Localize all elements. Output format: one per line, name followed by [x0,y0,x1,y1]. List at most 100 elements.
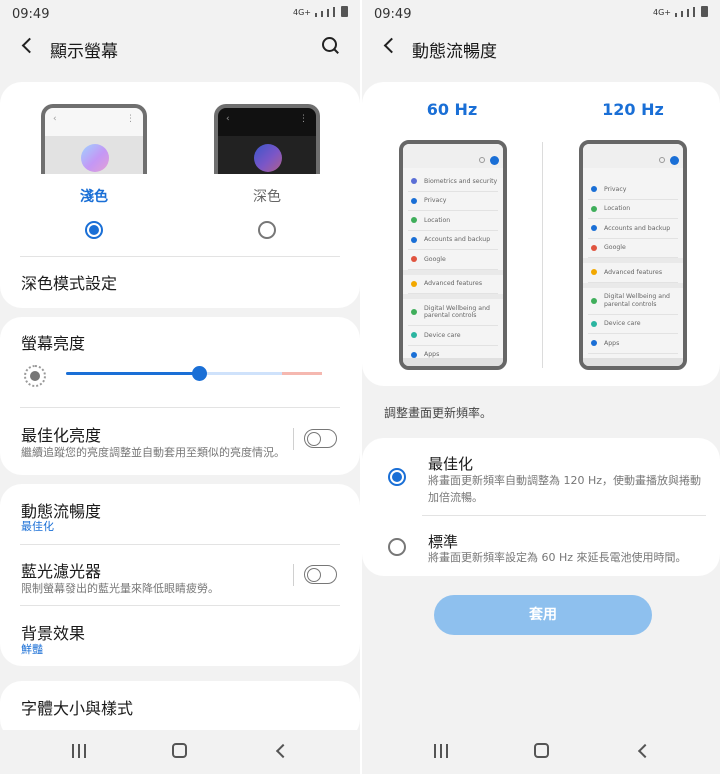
mini-back-icon: ‹ [226,114,230,124]
mini-menu-icon: ⋮ [126,114,135,124]
preview-list-item-label: Advanced features [424,280,483,288]
motion-smoothness-value: 最佳化 [21,520,54,533]
brightness-icon [24,365,46,387]
preview-list-item: Location [588,200,678,219]
search-icon[interactable] [322,37,340,55]
screen-mode-value: 鮮豔 [21,643,43,656]
phone-preview-60hz: Biometrics and security Privacy Location Ac… [399,140,507,370]
status-bar: 09:49 4G+ [0,0,360,28]
preview-list-item-label: Accounts and backup [604,224,671,232]
dark-theme-radio[interactable] [258,221,276,239]
dark-mode-settings[interactable]: 深色模式設定 [21,270,117,294]
refresh-rate-preview-card: 60 Hz 120 Hz Biometrics and security Priv… [362,82,720,386]
light-theme-radio[interactable] [85,221,103,239]
mini-menu-icon: ⋮ [299,114,308,124]
back-icon[interactable] [382,38,398,54]
mini-back-icon: ‹ [53,114,57,124]
back-icon[interactable] [20,38,36,54]
preview-list-item-label: Apps [604,339,620,347]
app-bar: 顯示螢幕 [0,30,360,66]
display-options-card: 動態流暢度 最佳化 藍光濾光器 限制螢幕發出的藍光量來降低眼睛疲勞。 背景效果 … [0,484,360,666]
preview-list-item: Digital Wellbeing and parental controls [408,299,498,326]
search-icon [659,157,665,163]
option-optimized-desc: 將畫面更新頻率自動調整為 120 Hz，使動畫播放與捲動加倍流暢。 [428,474,702,504]
setting-icon [591,244,597,251]
home-icon[interactable] [172,743,187,758]
refresh-options-card: 最佳化 將畫面更新頻率自動調整為 120 Hz，使動畫播放與捲動加倍流暢。 標準… [362,438,720,576]
preview-list-item: Device care [408,326,498,346]
nav-back-icon[interactable] [636,744,650,758]
recent-apps-icon[interactable] [72,744,86,758]
blue-light-filter-desc: 限制螢幕發出的藍光量來降低眼睛疲勞。 [21,582,219,595]
setting-icon [591,269,597,276]
adaptive-brightness-toggle[interactable] [304,429,337,448]
profile-icon [670,156,679,165]
preview-list-item-label: Google [604,244,626,252]
signal-icon [675,13,677,17]
preview-list-item-label: Location [604,205,631,213]
setting-icon [591,225,597,232]
search-icon [479,157,485,163]
preview-list-item: Digital Wellbeing and parental controls [588,288,678,315]
preview-list-item: Privacy [588,180,678,200]
dark-theme-label: 深色 [253,189,281,205]
option-standard-desc: 將畫面更新頻率設定為 60 Hz 來延長電池使用時間。 [428,551,687,564]
option-optimized-radio[interactable] [388,468,406,486]
navigation-bar [362,730,720,774]
preview-list-item: Apps [588,334,678,354]
option-standard-radio[interactable] [388,538,406,556]
preview-list-item: Google [588,239,678,258]
light-theme-preview[interactable]: ‹ ⋮ [41,104,147,174]
setting-icon [411,351,417,358]
brightness-title: 螢幕亮度 [21,334,86,353]
preview-list-item-label: Privacy [424,197,447,205]
status-bar: 09:49 4G+ [362,0,720,28]
setting-icon [591,205,597,212]
blue-light-filter-toggle[interactable] [304,565,337,584]
motion-smoothness-panel: 09:49 4G+ 動態流暢度 60 Hz 120 Hz Biometrics … [362,0,720,774]
preview-list-item: Accounts and backup [588,219,678,239]
preview-list-item: Device care [588,315,678,334]
network-type: 4G+ [293,8,311,17]
nav-back-icon[interactable] [274,744,288,758]
preview-list-item: Google [408,250,498,270]
apply-button[interactable]: 套用 [434,595,652,635]
setting-icon [411,236,417,243]
preview-list-item: Location [408,211,498,231]
navigation-bar [0,730,360,774]
preview-list-item-label: Accounts and backup [424,236,491,244]
setting-icon [411,217,417,224]
app-bar: 動態流暢度 [362,30,720,66]
setting-icon [411,332,417,339]
brightness-slider-thumb[interactable] [192,366,208,381]
display-settings-panel: 09:49 4G+ 顯示螢幕 ‹ ⋮ ‹ ⋮ 淺色 深色 深色模式設定 螢幕亮度 [0,0,360,774]
preview-list-item-label: Location [424,216,451,224]
option-optimized-title[interactable]: 最佳化 [428,453,473,474]
setting-icon [591,186,597,193]
setting-icon [591,297,597,304]
font-size-style[interactable]: 字體大小與樣式 [21,695,133,719]
battery-icon [341,6,348,17]
home-icon[interactable] [534,743,549,758]
preview-list-item-label: Google [424,255,446,263]
network-type: 4G+ [653,8,671,17]
recent-apps-icon[interactable] [434,744,448,758]
dark-theme-preview[interactable]: ‹ ⋮ [214,104,320,174]
preview-list-item: Biometrics and security [408,172,498,192]
setting-icon [411,178,417,185]
setting-icon [411,309,417,315]
adaptive-brightness-desc: 繼續追蹤您的亮度調整並自動套用至類似的亮度情況。 [21,446,285,459]
preview-list-item-label: Device care [604,320,641,328]
preview-list-item-label: Digital Wellbeing and parental controls [604,293,670,308]
setting-icon [411,197,417,204]
battery-icon [701,6,708,17]
status-icons: 4G+ [653,6,708,17]
brightness-slider[interactable] [66,366,322,381]
preview-list-item: Advanced features [408,275,498,294]
setting-icon [411,280,417,287]
refresh-rate-caption: 調整畫面更新頻率。 [384,406,493,420]
phone-preview-120hz: Privacy Location Accounts and backup Google… [579,140,687,370]
blue-light-filter-title[interactable]: 藍光濾光器 [21,558,101,582]
theme-card: ‹ ⋮ ‹ ⋮ 淺色 深色 深色模式設定 [0,82,360,308]
preview-list-item: Advanced features [588,263,678,283]
